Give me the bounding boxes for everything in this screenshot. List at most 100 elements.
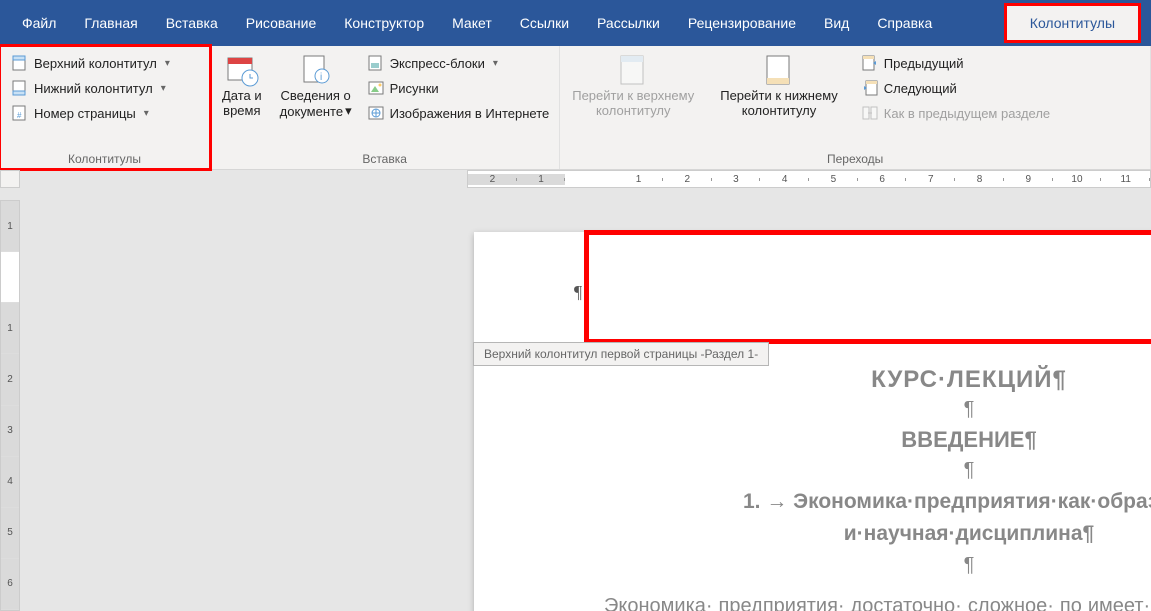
ruler-vseg [1,252,19,303]
goto-header-icon [615,52,651,88]
group-insert: Дата и время i Сведения о документе ▾ [210,46,560,169]
page-number-button[interactable]: # Номер страницы ▾ [6,102,176,124]
picture-icon [368,80,384,96]
numbered-heading-l2: и·научная·дисциплина¶ [574,522,1151,546]
online-pictures-button[interactable]: Изображения в Интернете [362,102,556,124]
link-icon [862,105,878,121]
title-1: КУРС·ЛЕКЦИЙ¶ [574,366,1151,394]
ruler-vseg: 3 [1,406,19,457]
page-footer-icon [12,80,28,96]
ruler-seg: 6 [858,174,907,185]
goto-footer-l2: колонтитулу [742,103,817,118]
document-workspace[interactable]: ¶ Верхний колонтитул первой страницы -Ра… [22,190,1151,611]
document-page[interactable]: ¶ Верхний колонтитул первой страницы -Ра… [474,232,1151,611]
previous-section-icon [862,55,878,71]
tab-insert[interactable]: Вставка [152,5,232,41]
header-area[interactable] [586,232,1151,342]
page-header-icon [12,55,28,71]
group-navigation: Перейти к верхнему колонтитулу Перейти к… [560,46,1151,169]
ruler-seg: 3 [712,174,761,185]
pictures-button[interactable]: Рисунки [362,77,556,99]
group-label-insert: Вставка [214,150,555,167]
date-time-l2: время [223,103,260,118]
para-mark: ¶ [574,398,1151,421]
link-previous-label: Как в предыдущем разделе [884,106,1050,121]
quick-parts-label: Экспресс-блоки [390,56,485,71]
tab-draw[interactable]: Рисование [232,5,331,41]
para-mark: ¶ [574,459,1151,482]
header-label: Верхний колонтитул [34,56,157,71]
previous-button[interactable]: Предыдущий [856,52,1056,74]
footer-label: Нижний колонтитул [34,81,153,96]
ruler-seg: 9 [1004,174,1053,185]
goto-footer-l1: Перейти к нижнему [720,88,838,103]
page-number-label: Номер страницы [34,106,136,121]
pictures-label: Рисунки [390,81,439,96]
chevron-down-icon: ▾ [165,58,170,69]
ruler-vseg: 4 [1,457,19,508]
ruler-seg: 8 [955,174,1004,185]
previous-label: Предыдущий [884,56,964,71]
online-pictures-label: Изображения в Интернете [390,106,550,121]
chevron-down-icon: ▾ [493,58,498,69]
chevron-down-icon: ▾ [161,83,166,94]
group-label-nav: Переходы [564,150,1146,167]
ruler-seg: 4 [760,174,809,185]
goto-footer-button[interactable]: Перейти к нижнему колонтитулу [712,50,846,118]
tab-design[interactable]: Конструктор [330,5,438,41]
goto-header-l2: колонтитулу [596,103,671,118]
ruler-seg: 1 [517,174,566,185]
tab-home[interactable]: Главная [70,5,151,41]
doc-info-button[interactable]: i Сведения о документе ▾ [272,50,360,119]
tab-view[interactable]: Вид [810,5,863,41]
next-label: Следующий [884,81,957,96]
quick-parts-button[interactable]: Экспресс-блоки ▾ [362,52,556,74]
svg-text:#: # [17,111,22,120]
calendar-clock-icon [224,52,260,88]
doc-info-l1: Сведения о [281,88,351,103]
next-section-icon [862,80,878,96]
tab-review[interactable]: Рецензирование [674,5,810,41]
link-previous-button: Как в предыдущем разделе [856,102,1056,124]
vertical-ruler[interactable]: 1 1 2 3 4 5 6 [0,200,20,611]
goto-header-button: Перейти к верхнему колонтитулу [564,50,702,118]
ruler-corner [0,170,20,188]
title-2: ВВЕДЕНИЕ¶ [574,427,1151,453]
ribbon-tabs: Файл Главная Вставка Рисование Конструкт… [0,0,1151,46]
horizontal-ruler[interactable]: 2 1 1 2 3 4 5 6 7 8 9 10 11 [467,170,1151,188]
para-mark: ¶ [574,554,1151,577]
ruler-seg: 7 [906,174,955,185]
tab-header-footer[interactable]: Колонтитулы [1006,5,1139,41]
ruler-vseg: 1 [1,303,19,354]
tab-references[interactable]: Ссылки [506,5,583,41]
tab-layout[interactable]: Макет [438,5,506,41]
goto-header-l1: Перейти к верхнему [572,88,694,103]
online-picture-icon [368,105,384,121]
ribbon: Верхний колонтитул ▾ Нижний колонтитул ▾… [0,46,1151,170]
tab-help[interactable]: Справка [863,5,946,41]
chevron-down-icon: ▾ [144,108,149,119]
tab-file[interactable]: Файл [8,5,70,41]
date-time-button[interactable]: Дата и время [214,50,270,118]
tab-mailings[interactable]: Рассылки [583,5,674,41]
ruler-seg: 1 [614,174,663,185]
chevron-down-icon: ▾ [345,103,352,119]
ruler-seg: 2 [663,174,712,185]
ruler-seg: 10 [1053,174,1102,185]
svg-text:i: i [320,72,322,83]
next-button[interactable]: Следующий [856,77,1056,99]
ruler-seg: 5 [809,174,858,185]
ruler-seg: 11 [1101,174,1150,185]
ruler-vseg: 5 [1,508,19,559]
header-button[interactable]: Верхний колонтитул ▾ [6,52,176,74]
document-body: КУРС·ЛЕКЦИЙ¶ ¶ ВВЕДЕНИЕ¶ ¶ 1. → Экономик… [474,362,1151,611]
footer-button[interactable]: Нижний колонтитул ▾ [6,77,176,99]
group-label-hf: Колонтитулы [4,150,205,167]
quick-parts-icon [368,55,384,71]
doc-info-l2: документе [280,104,343,119]
group-header-footer: Верхний колонтитул ▾ Нижний колонтитул ▾… [0,46,210,169]
numbered-heading-l1: 1. → Экономика·предприятия·как·образова [574,490,1151,514]
paragraph-mark: ¶ [574,282,582,303]
date-time-l1: Дата и [222,88,262,103]
body-paragraph: Экономика· предприятия· достаточно· слож… [574,591,1151,611]
